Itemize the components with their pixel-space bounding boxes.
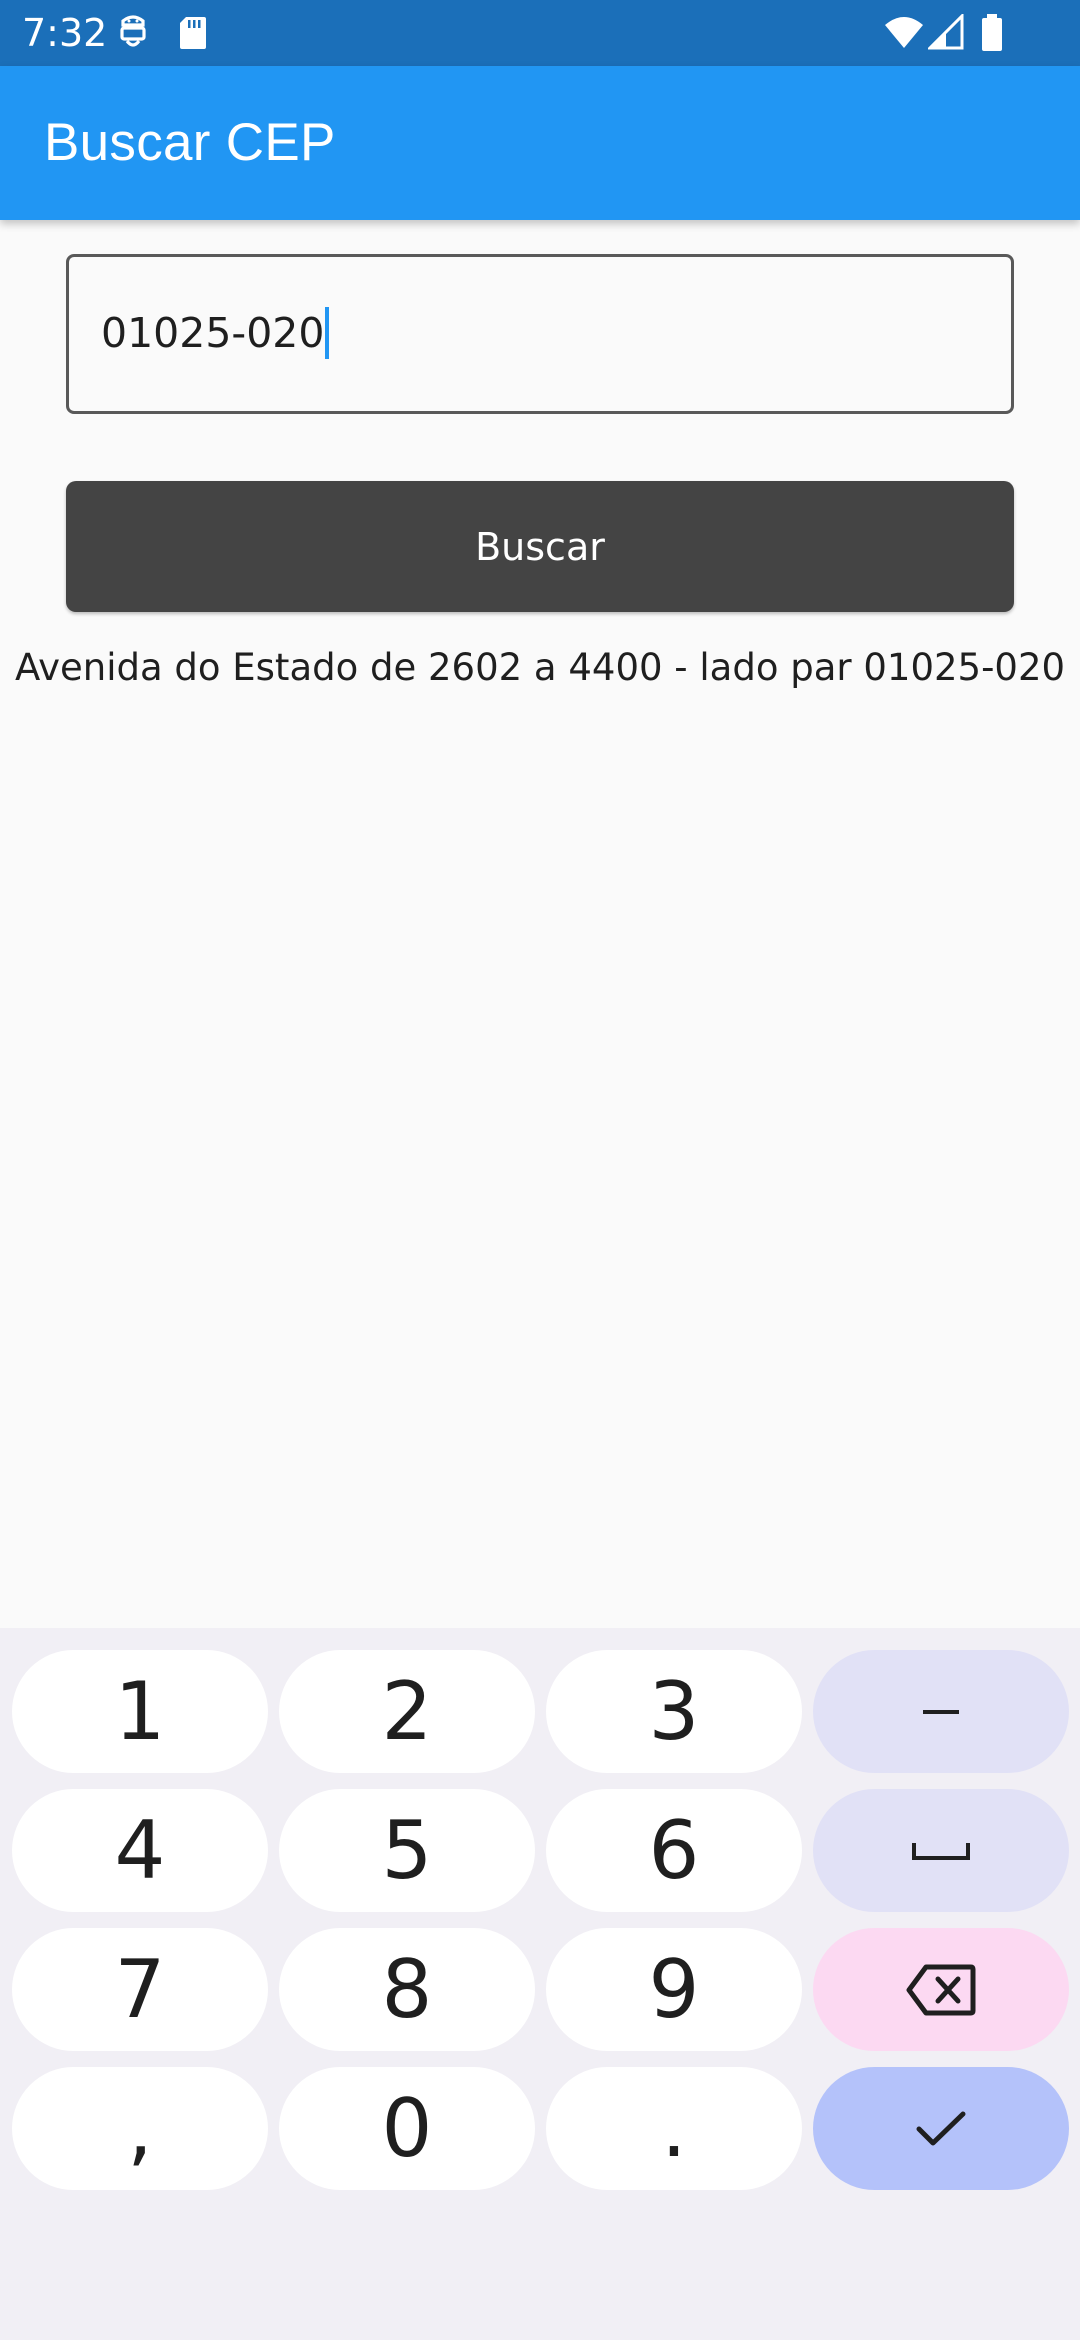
- key-6[interactable]: 6: [546, 1789, 802, 1912]
- key-5-label: 5: [381, 1803, 433, 1897]
- cell-signal-icon: [928, 14, 964, 50]
- checkmark-icon: [916, 2111, 966, 2145]
- key-0[interactable]: 0: [279, 2067, 535, 2190]
- key-6-label: 6: [648, 1803, 700, 1897]
- key-4[interactable]: 4: [12, 1789, 268, 1912]
- key-backspace[interactable]: [813, 1928, 1069, 2051]
- app-bar: Buscar CEP: [0, 66, 1080, 220]
- key-7[interactable]: 7: [12, 1928, 268, 2051]
- key-space[interactable]: [813, 1789, 1069, 1912]
- key-comma[interactable]: ,: [12, 2067, 268, 2190]
- android-robot-icon: [120, 15, 146, 47]
- app-title: Buscar CEP: [44, 113, 336, 172]
- cep-input[interactable]: 01025-020: [66, 254, 1014, 414]
- key-period-label: .: [661, 2081, 687, 2175]
- key-9[interactable]: 9: [546, 1928, 802, 2051]
- cep-input-value-wrap: 01025-020: [101, 307, 330, 359]
- key-0-label: 0: [381, 2081, 433, 2175]
- key-4-label: 4: [114, 1803, 166, 1897]
- key-8[interactable]: 8: [279, 1928, 535, 2051]
- status-time: 7:32: [22, 11, 108, 55]
- result-address-text: Avenida do Estado de 2602 a 4400 - lado …: [14, 646, 1066, 689]
- key-8-label: 8: [381, 1942, 433, 2036]
- key-period[interactable]: .: [546, 2067, 802, 2190]
- key-2-label: 2: [381, 1664, 433, 1758]
- key-5[interactable]: 5: [279, 1789, 535, 1912]
- cep-input-value: 01025-020: [101, 309, 325, 357]
- wifi-icon: [885, 17, 923, 48]
- search-button[interactable]: Buscar: [66, 481, 1014, 612]
- backspace-icon: [906, 1964, 976, 2015]
- key-1[interactable]: 1: [12, 1650, 268, 1773]
- key-7-label: 7: [114, 1942, 166, 2036]
- key-2[interactable]: 2: [279, 1650, 535, 1773]
- key-9-label: 9: [648, 1942, 700, 2036]
- space-bar-icon: [912, 1842, 970, 1860]
- battery-icon: [982, 14, 1002, 51]
- numeric-keyboard: 1 2 3 4 5 6 7 8 9 , 0 .: [0, 1628, 1080, 2340]
- text-cursor: [325, 307, 330, 359]
- key-comma-label: ,: [127, 2081, 153, 2175]
- key-3-label: 3: [648, 1664, 700, 1758]
- key-dash[interactable]: [813, 1650, 1069, 1773]
- key-3[interactable]: 3: [546, 1650, 802, 1773]
- sd-card-icon: [180, 17, 206, 49]
- status-bar: 7:32: [0, 0, 1080, 66]
- search-button-label: Buscar: [475, 524, 605, 569]
- key-1-label: 1: [114, 1664, 166, 1758]
- dash-icon: [923, 1709, 959, 1714]
- key-done[interactable]: [813, 2067, 1069, 2190]
